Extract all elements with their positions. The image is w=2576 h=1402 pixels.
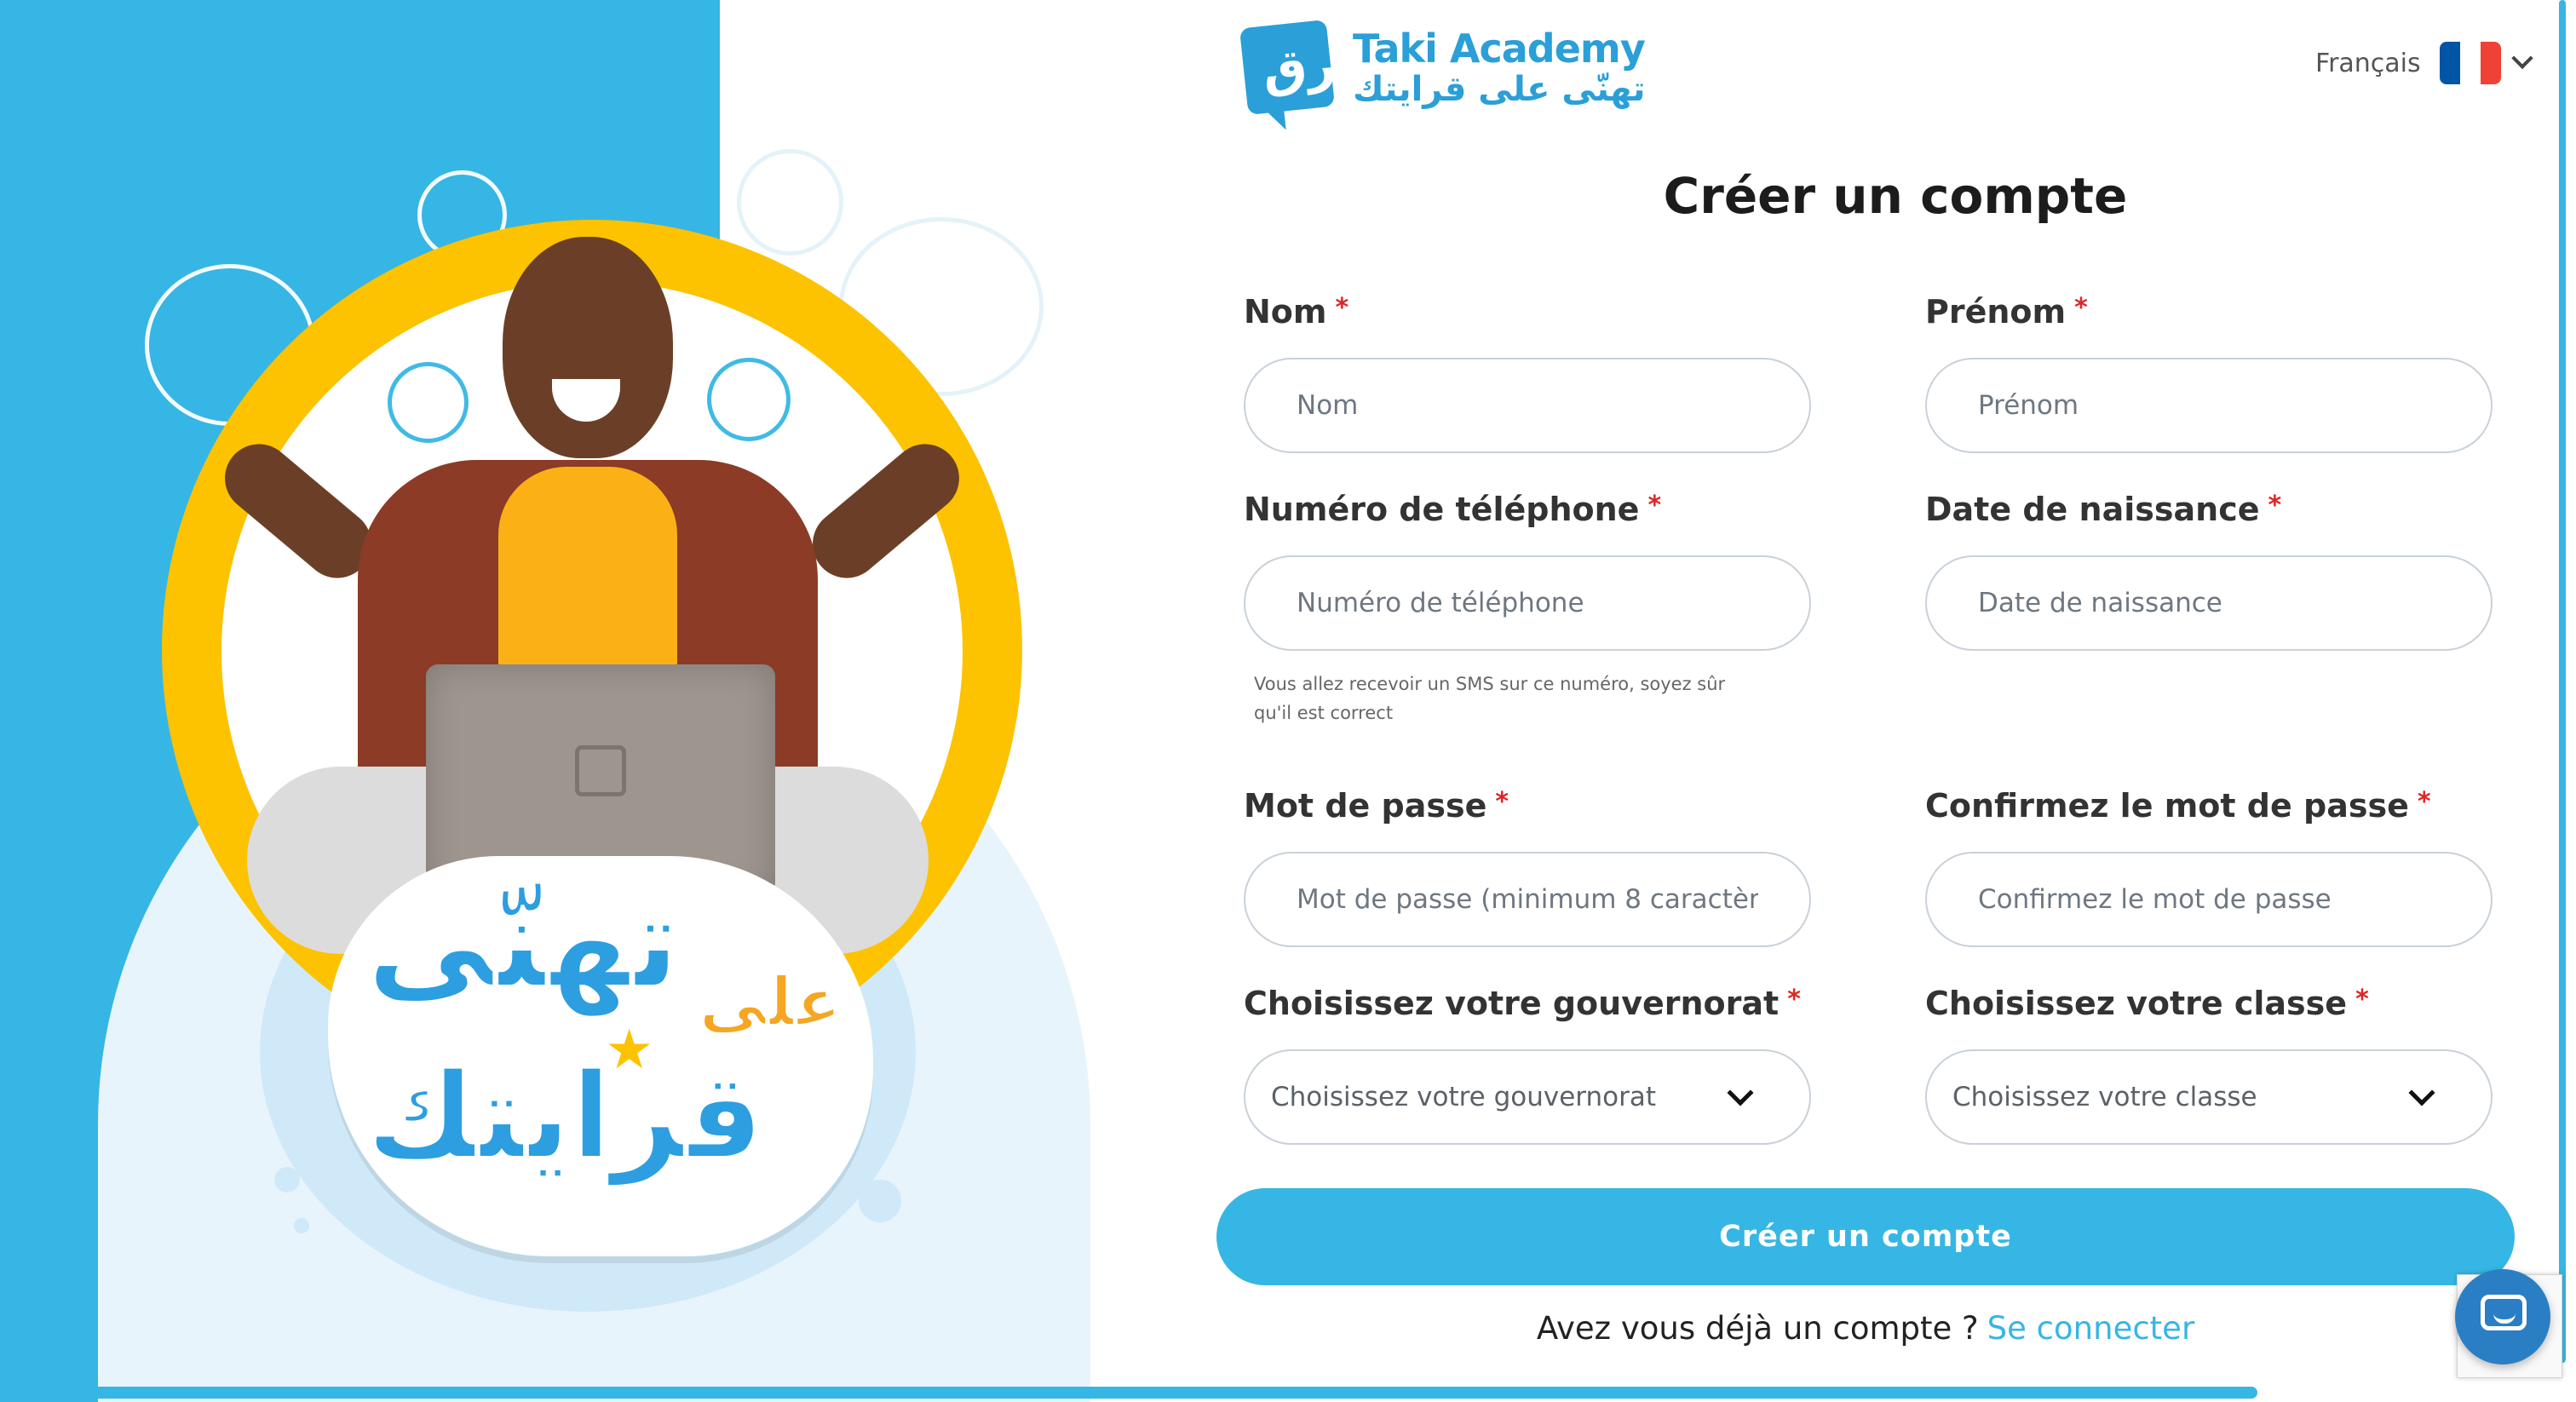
bottom-progress-bar <box>0 1387 2257 1399</box>
required-marker: * <box>1335 293 1349 323</box>
required-marker: * <box>2355 985 2369 1014</box>
logo-mark-icon: رق <box>1239 19 1338 116</box>
login-link[interactable]: Se connecter <box>1987 1310 2194 1347</box>
chevron-down-icon <box>1727 1079 1754 1106</box>
gouvernorat-label-text: Choisissez votre gouvernorat <box>1244 985 1780 1022</box>
gouvernorat-select-value: Choisissez votre gouvernorat <box>1271 1082 1657 1112</box>
logo-glyph: رق <box>1259 34 1338 100</box>
nom-label-text: Nom <box>1244 293 1327 330</box>
star-icon: ★ <box>605 1019 654 1080</box>
gouvernorat-label: Choisissez votre gouvernorat * <box>1244 985 1801 1022</box>
classe-select-value: Choisissez votre classe <box>1952 1082 2257 1112</box>
prenom-label: Prénom * <box>1925 293 2088 330</box>
required-marker: * <box>1647 491 1662 520</box>
logo-title: Taki Academy <box>1353 26 1646 72</box>
birthdate-label-text: Date de naissance <box>1925 491 2260 528</box>
required-marker: * <box>2074 293 2088 323</box>
gouvernorat-select[interactable]: Choisissez votre gouvernorat <box>1244 1049 1811 1145</box>
logo-tagline: تهنّى على قرايتك <box>1353 70 1646 109</box>
rocket-doodle-icon <box>707 358 791 441</box>
prenom-input[interactable] <box>1925 358 2493 453</box>
decor-dot <box>859 1180 901 1222</box>
classe-select[interactable]: Choisissez votre classe <box>1925 1049 2493 1145</box>
phone-input[interactable] <box>1244 555 1811 651</box>
required-marker: * <box>1495 787 1509 817</box>
chevron-down-icon <box>2510 47 2533 70</box>
french-flag-icon <box>2439 42 2501 84</box>
decor-dot <box>274 1167 300 1192</box>
nom-input[interactable] <box>1244 358 1811 453</box>
classe-label: Choisissez votre classe * <box>1925 985 2369 1022</box>
password-input[interactable] <box>1244 852 1811 947</box>
confirm-password-input[interactable] <box>1925 852 2493 947</box>
mail-doodle-icon <box>737 149 843 256</box>
phone-label-text: Numéro de téléphone <box>1244 491 1640 528</box>
signup-page: تهنّى على قرايتك ★ رق Taki Academy تهنّى… <box>0 0 2576 1402</box>
password-label: Mot de passe * <box>1244 787 1509 825</box>
sticker-text-line1: تهنّى <box>365 867 681 1019</box>
student-head <box>503 237 673 458</box>
page-scrollbar[interactable] <box>2559 0 2566 1363</box>
confirm-password-label: Confirmez le mot de passe * <box>1925 787 2431 825</box>
login-prompt: Avez vous déjà un compte ? Se connecter <box>1216 1310 2515 1347</box>
required-marker: * <box>1787 985 1801 1014</box>
chevron-down-icon <box>2408 1079 2435 1106</box>
phone-hint: Vous allez recevoir un SMS sur ce numéro… <box>1254 674 1726 723</box>
lightbulb-doodle-icon <box>388 362 469 443</box>
sticker-text-line3: قرايتك <box>365 1046 766 1188</box>
birthdate-input[interactable] <box>1925 555 2493 651</box>
login-prompt-text: Avez vous déjà un compte ? <box>1536 1310 1979 1347</box>
decor-dot <box>294 1218 309 1233</box>
hero-illustration: تهنّى على قرايتك ★ <box>0 0 1090 1402</box>
laptop-logo-icon <box>575 745 626 796</box>
language-selector[interactable]: Français <box>2315 37 2539 89</box>
chat-bubble-icon <box>2481 1295 2527 1330</box>
prenom-label-text: Prénom <box>1925 293 2067 330</box>
classe-label-text: Choisissez votre classe <box>1925 985 2348 1022</box>
birthdate-label: Date de naissance * <box>1925 491 2281 528</box>
required-marker: * <box>2268 491 2282 520</box>
language-label: Français <box>2315 48 2421 78</box>
create-account-button[interactable]: Créer un compte <box>1216 1188 2515 1285</box>
sticker-text-line2: على <box>697 961 843 1043</box>
nom-label: Nom * <box>1244 293 1348 330</box>
required-marker: * <box>2417 787 2431 817</box>
confirm-password-label-text: Confirmez le mot de passe <box>1925 787 2409 825</box>
password-label-text: Mot de passe <box>1244 787 1487 825</box>
taki-academy-logo[interactable]: رق Taki Academy تهنّى على قرايتك <box>1239 19 1646 119</box>
page-title: Créer un compte <box>1663 167 2128 225</box>
chat-button[interactable] <box>2455 1269 2550 1365</box>
phone-label: Numéro de téléphone * <box>1244 491 1661 528</box>
